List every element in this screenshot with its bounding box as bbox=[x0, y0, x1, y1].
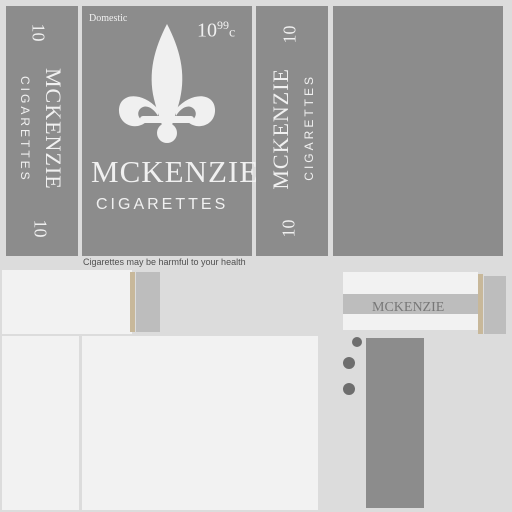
lid-tab-left bbox=[130, 272, 135, 332]
fleur-de-lis-icon bbox=[118, 24, 216, 143]
front-panel: Domestic 1099c MCKENZIE CIGARETTES bbox=[82, 6, 258, 256]
left-subbrand: CIGARETTES bbox=[18, 76, 32, 183]
dot-middle bbox=[343, 357, 355, 369]
inner-grey-panel bbox=[366, 338, 424, 508]
body-wrap-center bbox=[82, 336, 318, 510]
lid-strip-left bbox=[2, 270, 132, 334]
right-side-panel: 10 MCKENZIE CIGARETTES 10 bbox=[256, 6, 328, 256]
lid-flap-right bbox=[484, 276, 506, 334]
left-count-top: 10 bbox=[28, 23, 49, 42]
right-subbrand: CIGARETTES bbox=[302, 74, 316, 181]
body-wrap-left bbox=[2, 336, 79, 510]
right-count-bottom: 10 bbox=[278, 219, 299, 238]
right-brand: MCKENZIE bbox=[268, 68, 293, 190]
left-count-bottom: 10 bbox=[30, 219, 51, 238]
health-warning: Cigarettes may be harmful to your health bbox=[83, 257, 246, 267]
dot-top bbox=[352, 337, 362, 347]
dot-bottom bbox=[343, 383, 355, 395]
front-brand: MCKENZIE bbox=[91, 154, 260, 189]
front-subbrand: CIGARETTES bbox=[96, 196, 229, 213]
lid-tab-right bbox=[478, 274, 483, 334]
right-count-top: 10 bbox=[279, 25, 300, 44]
lid-flap-left bbox=[136, 272, 160, 332]
lid-brand: MCKENZIE bbox=[372, 300, 445, 315]
left-side-panel: 10 MCKENZIE CIGARETTES 10 bbox=[6, 6, 78, 256]
left-brand: MCKENZIE bbox=[41, 68, 66, 190]
back-panel bbox=[333, 6, 503, 256]
